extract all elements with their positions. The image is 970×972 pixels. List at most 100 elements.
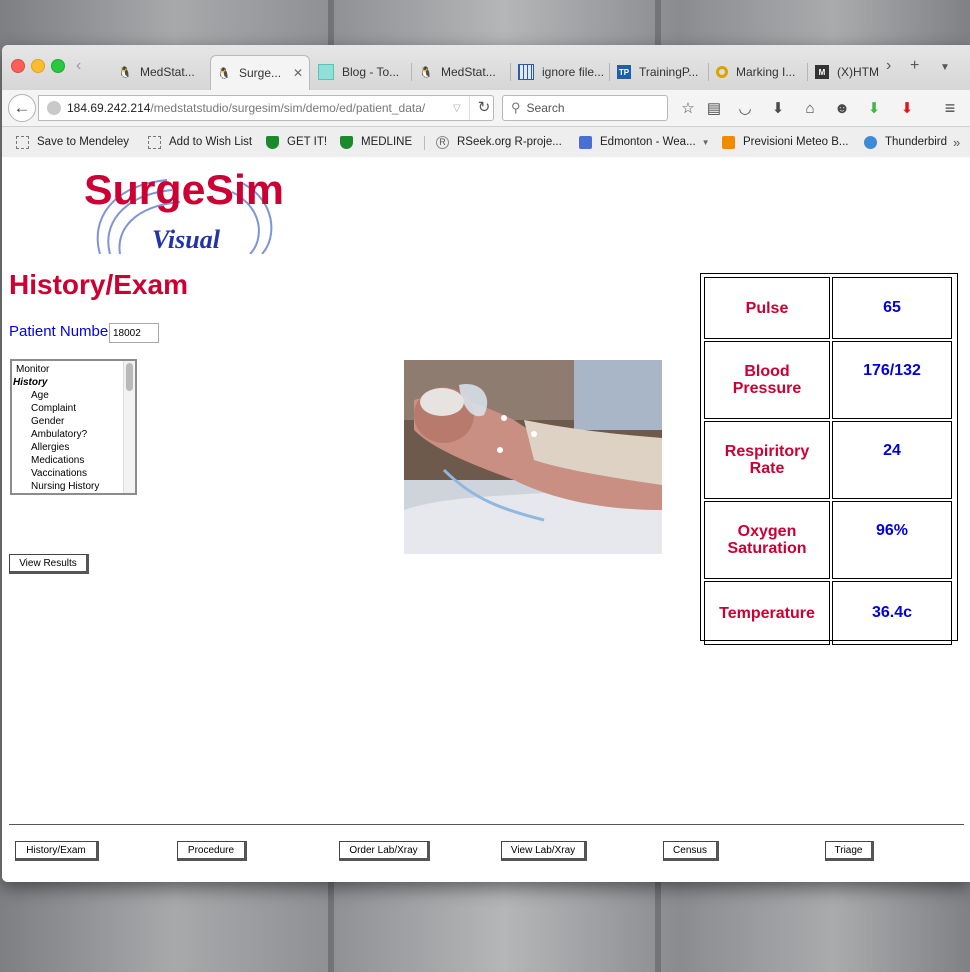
red-download-icon[interactable]: ⬇ (897, 98, 917, 118)
page-content: SurgeSim Visual History/Exam Patient Num… (2, 157, 970, 882)
tab-label: (X)HTM (837, 65, 879, 79)
tab-scroll-left-icon[interactable]: ‹ (76, 57, 81, 75)
listbox-option[interactable]: Vaccinations (12, 467, 135, 480)
download-icon[interactable]: ⬇ (768, 98, 788, 118)
chat-icon[interactable]: ☻ (832, 98, 852, 118)
tab-bar: ‹ 🐧 MedStat... 🐧 Surge... ✕ Blog - To...… (2, 45, 970, 91)
tab-label: MedStat... (140, 65, 195, 79)
chevron-down-icon[interactable]: ▼ (702, 138, 710, 147)
tab-separator (411, 63, 412, 81)
bookmark-label: Save to Mendeley (37, 136, 130, 148)
vital-row: Pulse 65 (703, 276, 955, 340)
menu-hamburger-icon[interactable]: ≡ (940, 98, 960, 118)
tab-label: Blog - To... (342, 65, 400, 79)
home-icon[interactable]: ⌂ (800, 98, 820, 118)
green-download-icon[interactable]: ⬇ (864, 98, 884, 118)
nav-button-history-exam[interactable]: History/Exam (15, 841, 99, 861)
bookmark-previsioni-meteo[interactable]: Previsioni Meteo B... (722, 133, 848, 151)
vital-row: Respiritory Rate 24 (703, 420, 955, 500)
back-button[interactable]: ← (8, 94, 36, 122)
bookmark-star-icon[interactable]: ☆ (678, 98, 698, 118)
globe-icon (47, 101, 61, 115)
tab-label: TrainingP... (639, 65, 699, 79)
vital-label: Blood Pressure (704, 341, 830, 419)
bookmark-save-to-mendeley[interactable]: Save to Mendeley (16, 133, 129, 151)
tab-separator (510, 63, 511, 81)
tab-scroll-right-icon[interactable]: › (886, 57, 891, 75)
tab-ignore-file[interactable]: ignore file... (512, 57, 608, 87)
vital-row: Blood Pressure 176/132 (703, 340, 955, 420)
bookmark-get-it[interactable]: GET IT! (266, 133, 327, 151)
bookmark-edmonton-weather[interactable]: Edmonton - Wea... ▼ (579, 133, 710, 151)
view-results-button[interactable]: View Results (9, 554, 89, 574)
tab-marking[interactable]: Marking I... (710, 57, 806, 87)
shield-icon (340, 135, 353, 149)
tab-medstat-1[interactable]: 🐧 MedStat... (112, 57, 207, 87)
more-bookmarks-icon[interactable]: » (953, 133, 960, 151)
pocket-icon[interactable]: ◡ (735, 98, 755, 118)
listbox-option[interactable]: Complaint (12, 402, 135, 415)
footer-divider (9, 824, 964, 825)
nav-button-view-lab-xray[interactable]: View Lab/Xray (501, 841, 587, 861)
mozilla-icon: M (815, 65, 829, 79)
tux-icon: 🐧 (118, 66, 132, 79)
url-host: 184.69.242.214 (67, 101, 151, 115)
page-title: History/Exam (9, 269, 188, 300)
listbox-option[interactable]: Ambulatory? (12, 428, 135, 441)
tab-label: ignore file... (542, 65, 605, 79)
zoom-window-button[interactable] (51, 59, 65, 73)
url-history-dropdown-icon[interactable]: ▽ (453, 103, 461, 114)
tab-list-chevron-down-icon[interactable]: ▼ (940, 62, 950, 73)
tab-blog[interactable]: Blog - To... (312, 57, 410, 87)
bookmark-add-to-wish-list[interactable]: Add to Wish List (148, 133, 252, 151)
vital-label: Respiritory Rate (704, 421, 830, 499)
vital-label: Temperature (704, 581, 830, 645)
listbox-option[interactable]: Allergies (12, 441, 135, 454)
nav-button-order-lab-xray[interactable]: Order Lab/Xray (339, 841, 430, 861)
vital-label: Oxygen Saturation (704, 501, 830, 579)
address-bar[interactable]: 184.69.242.214/medstatstudio/surgesim/si… (38, 95, 494, 121)
dotted-box-icon (148, 135, 161, 149)
listbox-option[interactable]: Age (12, 389, 135, 402)
bookmark-label: RSeek.org R-proje... (457, 136, 562, 148)
nav-button-triage[interactable]: Triage (825, 841, 874, 861)
tab-surgesim[interactable]: 🐧 Surge... ✕ (210, 55, 310, 90)
bookmark-medline[interactable]: MEDLINE (340, 133, 412, 151)
listbox-option[interactable]: Nursing History (12, 480, 135, 493)
tab-trainingp[interactable]: TP TrainingP... (611, 57, 707, 87)
tab-xhtml[interactable]: M (X)HTM (809, 57, 881, 87)
history-exam-listbox[interactable]: Monitor History Age Complaint Gender Ambulato… (10, 359, 137, 495)
nav-button-procedure[interactable]: Procedure (177, 841, 247, 861)
tab-separator (708, 63, 709, 81)
listbox-option[interactable]: Medications (12, 454, 135, 467)
listbox-scrollbar[interactable] (123, 361, 135, 493)
svg-text:Visual: Visual (152, 225, 221, 254)
reading-list-icon[interactable]: ▤ (704, 98, 724, 118)
listbox-option[interactable]: Gender (12, 415, 135, 428)
search-icon: ⚲ (511, 100, 521, 115)
search-field[interactable]: ⚲ Search (502, 95, 668, 121)
svg-text:SurgeSim: SurgeSim (84, 166, 284, 213)
bookmark-rseek[interactable]: R RSeek.org R-proje... (436, 133, 562, 151)
tux-icon: 🐧 (217, 67, 231, 80)
listbox-scroll-thumb[interactable] (126, 363, 133, 391)
listbox-option[interactable]: History (12, 376, 135, 389)
vital-row: Oxygen Saturation 96% (703, 500, 955, 580)
blog-icon (318, 64, 334, 80)
patient-number-label: Patient Number (9, 323, 114, 340)
close-tab-icon[interactable]: ✕ (287, 66, 303, 80)
vital-label: Pulse (704, 277, 830, 339)
tab-medstat-2[interactable]: 🐧 MedStat... (413, 57, 509, 87)
url-text[interactable]: 184.69.242.214/medstatstudio/surgesim/si… (67, 101, 449, 115)
tab-separator (807, 63, 808, 81)
listbox-option[interactable]: Monitor (12, 363, 135, 376)
new-tab-icon[interactable]: + (910, 57, 919, 75)
nav-button-census[interactable]: Census (663, 841, 719, 861)
vital-value: 36.4c (832, 581, 952, 645)
close-window-button[interactable] (11, 59, 25, 73)
bookmark-thunderbird[interactable]: Thunderbird (864, 133, 947, 151)
meteo-icon (722, 135, 735, 149)
patient-number-field[interactable] (109, 323, 159, 343)
reload-icon[interactable]: ↻ (468, 96, 490, 120)
minimize-window-button[interactable] (31, 59, 45, 73)
